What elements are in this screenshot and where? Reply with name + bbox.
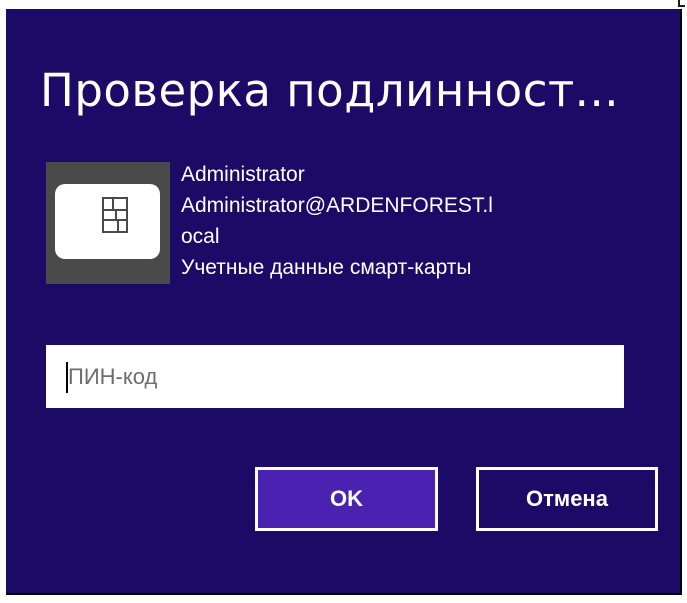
dialog-title: Проверка подлинност... [40, 64, 620, 117]
corner-mark-icon [678, 0, 685, 7]
background-window-strip [0, 0, 687, 9]
smart-card-icon [55, 184, 160, 259]
screenshot-frame: Проверка подлинност... Administrator Adm… [0, 0, 687, 603]
credential-type: Учетные данные смарт-карты [181, 256, 472, 279]
credential-tile[interactable] [46, 162, 170, 284]
pin-field[interactable] [46, 345, 624, 408]
text-caret [66, 362, 68, 393]
user-principal-name-line1: Administrator@ARDENFOREST.l [181, 194, 493, 217]
cancel-button[interactable]: Отмена [476, 467, 658, 531]
credential-details: Administrator Administrator@ARDENFOREST.… [181, 159, 493, 283]
windows-security-dialog: Проверка подлинност... Administrator Adm… [6, 9, 682, 595]
user-name: Administrator [181, 163, 305, 186]
user-principal-name-line2: ocal [181, 225, 220, 248]
pin-input[interactable] [46, 345, 624, 408]
ok-button[interactable]: OK [255, 467, 438, 531]
card-chip-icon [102, 197, 128, 233]
